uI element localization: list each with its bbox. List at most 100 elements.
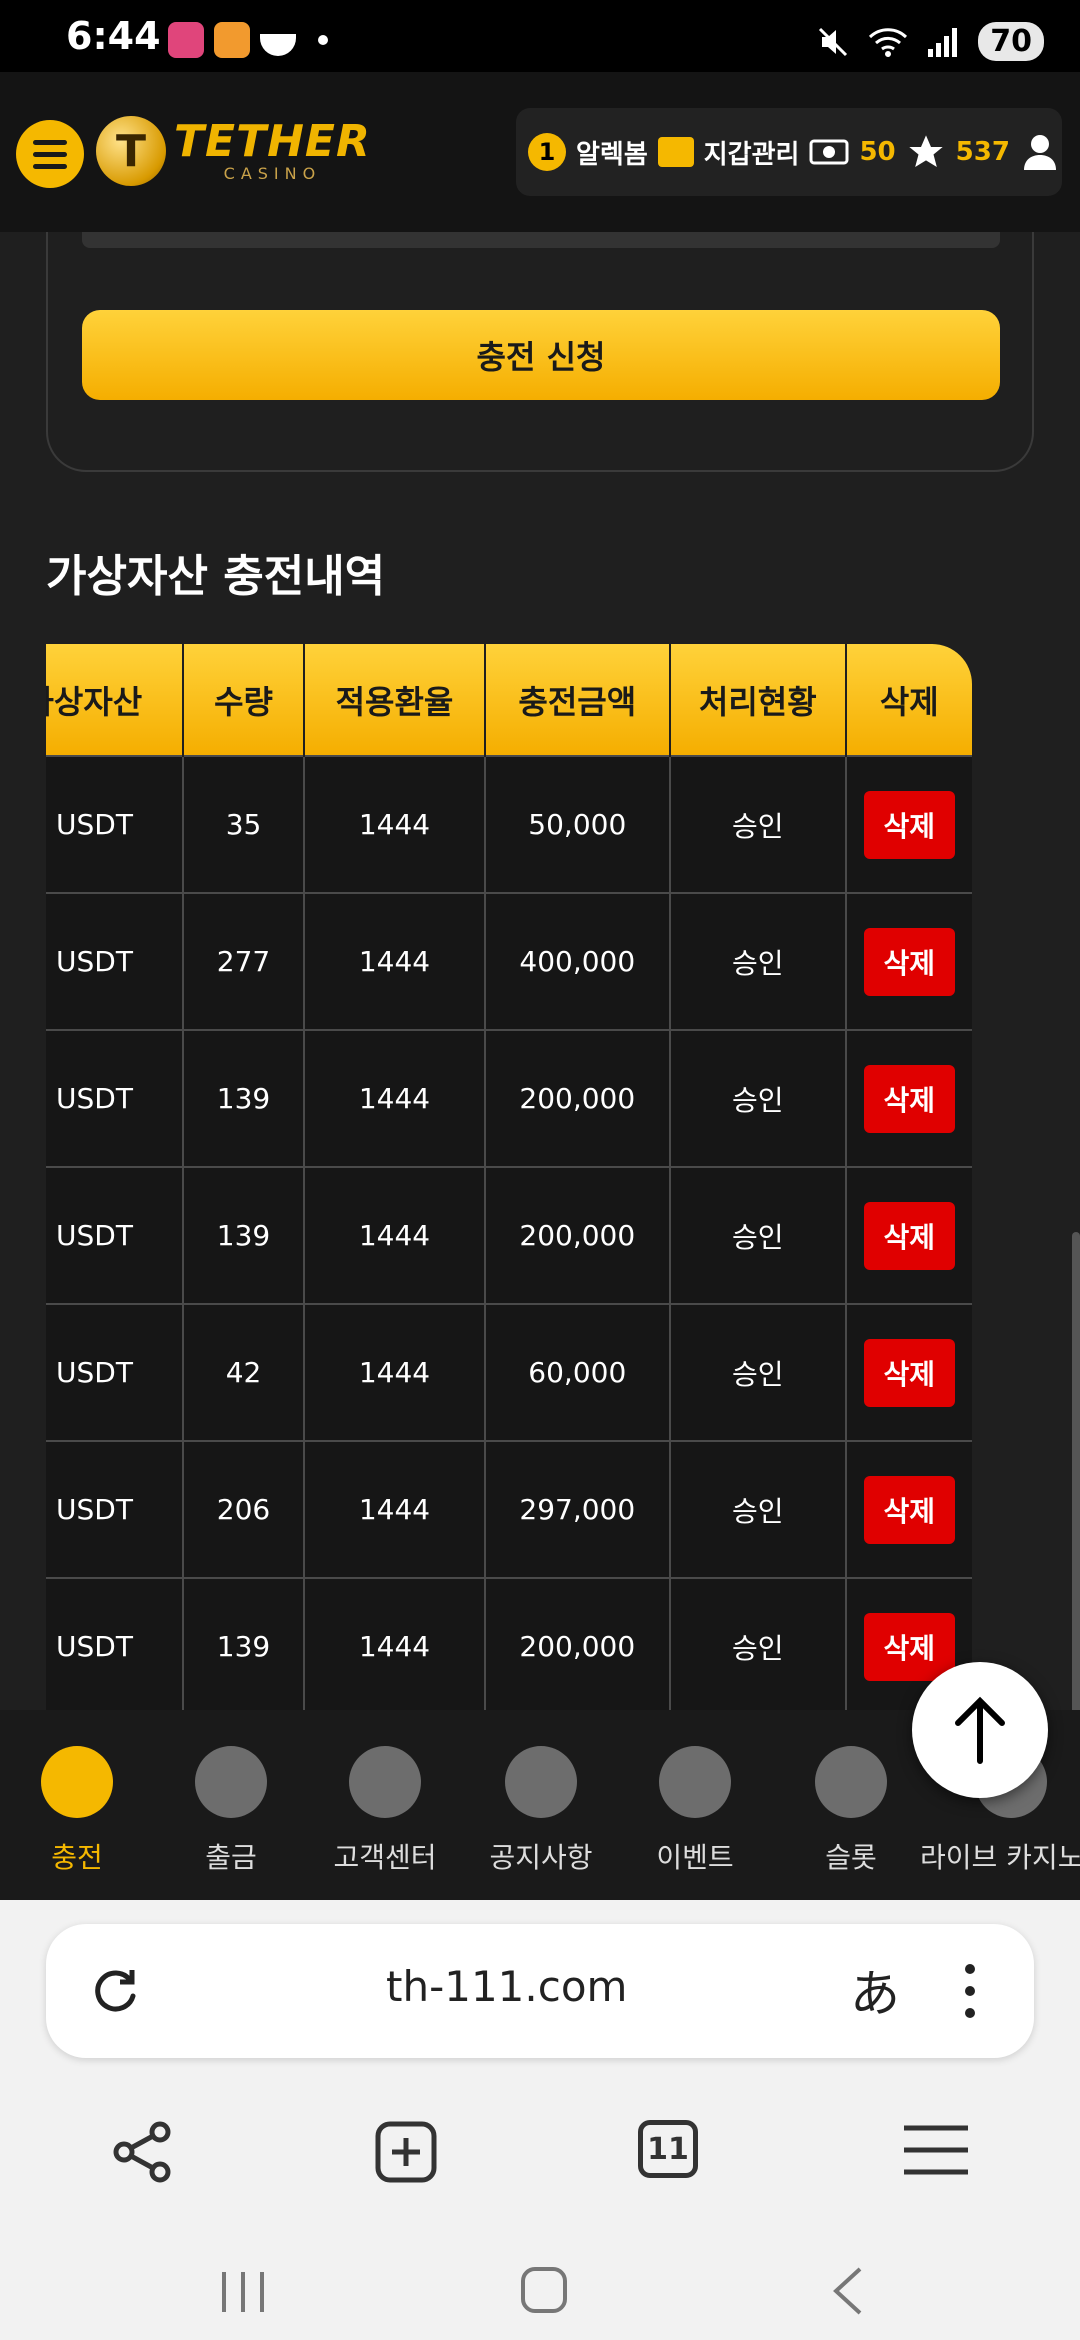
mute-icon bbox=[819, 27, 848, 56]
menu-line bbox=[33, 139, 67, 145]
translate-icon[interactable]: あ bbox=[850, 1954, 900, 2026]
support-icon bbox=[349, 1746, 421, 1818]
page-scrollbar[interactable] bbox=[1072, 1232, 1080, 1710]
menu-line bbox=[33, 163, 67, 169]
cell-asset: USDT bbox=[46, 1029, 184, 1168]
cell-quantity: 139 bbox=[181, 1166, 306, 1305]
nav-support[interactable]: 고객센터 bbox=[310, 1746, 460, 1876]
bowl-icon bbox=[260, 34, 296, 56]
col-rate: 적용환율 bbox=[304, 644, 486, 756]
cell-status: 승인 bbox=[668, 1303, 847, 1442]
cell-amount: 297,000 bbox=[483, 1440, 671, 1579]
nav-notice[interactable]: 공지사항 bbox=[466, 1746, 616, 1876]
app-notification-icon bbox=[214, 22, 250, 58]
cell-amount: 200,000 bbox=[483, 1166, 671, 1305]
col-quantity: 수량 bbox=[182, 644, 306, 756]
browser-chrome: th-111.com あ 11 bbox=[0, 1900, 1080, 2340]
app-notification-icon bbox=[168, 22, 204, 58]
user-summary: 1 알렉봄 지갑관리 50 537 bbox=[516, 108, 1062, 196]
url-text[interactable]: th-111.com bbox=[386, 1962, 627, 2011]
home-icon[interactable] bbox=[520, 2266, 568, 2314]
deposit-submit-button[interactable]: 충전 신청 bbox=[82, 310, 1000, 400]
status-bar: 6:44 70 bbox=[0, 0, 1080, 72]
cell-status: 승인 bbox=[668, 892, 847, 1031]
table-row: USDT 42 1444 60,000 승인 삭제 bbox=[46, 1303, 972, 1442]
nav-event[interactable]: 이벤트 bbox=[620, 1746, 770, 1876]
nav-label: 이벤트 bbox=[656, 1841, 734, 1874]
cell-quantity: 35 bbox=[181, 755, 306, 894]
nav-slot[interactable]: 슬롯 bbox=[776, 1746, 926, 1876]
col-amount: 충전금액 bbox=[484, 644, 671, 756]
cell-status: 승인 bbox=[668, 1577, 847, 1710]
table-row: USDT 277 1444 400,000 승인 삭제 bbox=[46, 892, 972, 1031]
cash-icon bbox=[809, 139, 849, 165]
history-table-scroll[interactable]: 가상자산 수량 적용환율 충전금액 처리현황 삭제 USDT 35 1444 5… bbox=[46, 644, 1034, 1710]
tab-count-button[interactable]: 11 bbox=[638, 2120, 698, 2178]
nav-label: 충전 bbox=[51, 1841, 103, 1874]
delete-button[interactable]: 삭제 bbox=[863, 1612, 956, 1681]
address-bar[interactable]: th-111.com あ bbox=[46, 1924, 1034, 2058]
more-options-icon[interactable] bbox=[960, 1962, 980, 2020]
nav-label: 라이브 카지노 bbox=[920, 1841, 1080, 1874]
withdraw-icon bbox=[195, 1746, 267, 1818]
signal-icon bbox=[928, 27, 958, 57]
cell-asset: USDT bbox=[46, 1303, 184, 1442]
status-time: 6:44 bbox=[66, 14, 161, 58]
alert-link[interactable]: 알렉봄 bbox=[576, 134, 648, 171]
nav-label: 슬롯 bbox=[825, 1841, 877, 1874]
cash-value: 50 bbox=[859, 137, 896, 167]
cell-rate: 1444 bbox=[303, 1303, 486, 1442]
delete-button[interactable]: 삭제 bbox=[863, 790, 956, 859]
more-notifications-dot bbox=[318, 35, 328, 45]
arrow-up-icon bbox=[955, 1696, 1005, 1764]
table-row: USDT 206 1444 297,000 승인 삭제 bbox=[46, 1440, 972, 1579]
hamburger-menu-button[interactable] bbox=[16, 120, 84, 188]
nav-label: 출금 bbox=[205, 1841, 257, 1874]
cell-asset: USDT bbox=[46, 1577, 184, 1710]
nav-label: 공지사항 bbox=[489, 1841, 593, 1874]
cell-asset: USDT bbox=[46, 892, 184, 1031]
wallet-icon bbox=[657, 137, 694, 167]
history-title: 가상자산 충전내역 bbox=[46, 551, 386, 602]
delete-button[interactable]: 삭제 bbox=[863, 1475, 956, 1544]
table-row: USDT 139 1444 200,000 승인 삭제 bbox=[46, 1029, 972, 1168]
col-delete: 삭제 bbox=[845, 644, 972, 756]
menu-icon[interactable] bbox=[902, 2120, 970, 2180]
cell-rate: 1444 bbox=[303, 1577, 486, 1710]
wallet-link[interactable]: 지갑관리 bbox=[704, 134, 800, 171]
menu-line bbox=[33, 151, 67, 157]
cell-asset: USDT bbox=[46, 1440, 184, 1579]
scroll-to-top-button[interactable] bbox=[912, 1662, 1048, 1798]
cell-status: 승인 bbox=[668, 1029, 847, 1168]
notification-icons bbox=[168, 22, 328, 58]
cell-rate: 1444 bbox=[303, 892, 486, 1031]
new-tab-icon[interactable] bbox=[374, 2120, 438, 2184]
user-icon[interactable] bbox=[1020, 132, 1060, 172]
nav-label: 고객센터 bbox=[333, 1841, 437, 1874]
nav-deposit[interactable]: 충전 bbox=[2, 1746, 152, 1876]
cell-amount: 200,000 bbox=[483, 1577, 671, 1710]
delete-button[interactable]: 삭제 bbox=[863, 927, 956, 996]
cell-rate: 1444 bbox=[303, 755, 486, 894]
recent-apps-icon[interactable] bbox=[218, 2270, 268, 2314]
reload-icon[interactable] bbox=[90, 1964, 140, 2018]
deposit-icon bbox=[41, 1746, 113, 1818]
points-value: 537 bbox=[955, 137, 1010, 167]
col-status: 처리현황 bbox=[669, 644, 847, 756]
cell-rate: 1444 bbox=[303, 1440, 486, 1579]
col-asset: 가상자산 bbox=[46, 644, 184, 756]
alert-count-badge: 1 bbox=[528, 133, 566, 171]
table-row: USDT 139 1444 200,000 승인 삭제 bbox=[46, 1166, 972, 1305]
slot-machine-icon bbox=[815, 1746, 887, 1818]
back-icon[interactable] bbox=[830, 2266, 866, 2316]
nav-withdraw[interactable]: 출금 bbox=[156, 1746, 306, 1876]
status-indicators: 70 bbox=[816, 22, 1044, 61]
delete-button[interactable]: 삭제 bbox=[863, 1201, 956, 1270]
cell-asset: USDT bbox=[46, 1166, 184, 1305]
history-table: 가상자산 수량 적용환율 충전금액 처리현황 삭제 USDT 35 1444 5… bbox=[46, 644, 972, 1710]
delete-button[interactable]: 삭제 bbox=[863, 1338, 956, 1407]
site-logo[interactable]: T TETHER CASINO bbox=[96, 116, 371, 186]
delete-button[interactable]: 삭제 bbox=[863, 1064, 956, 1133]
main-content: 충전 신청 가상자산 충전내역 가상자산 수량 적용환율 충전금액 처리현황 삭… bbox=[0, 232, 1080, 1710]
share-icon[interactable] bbox=[110, 2120, 174, 2184]
